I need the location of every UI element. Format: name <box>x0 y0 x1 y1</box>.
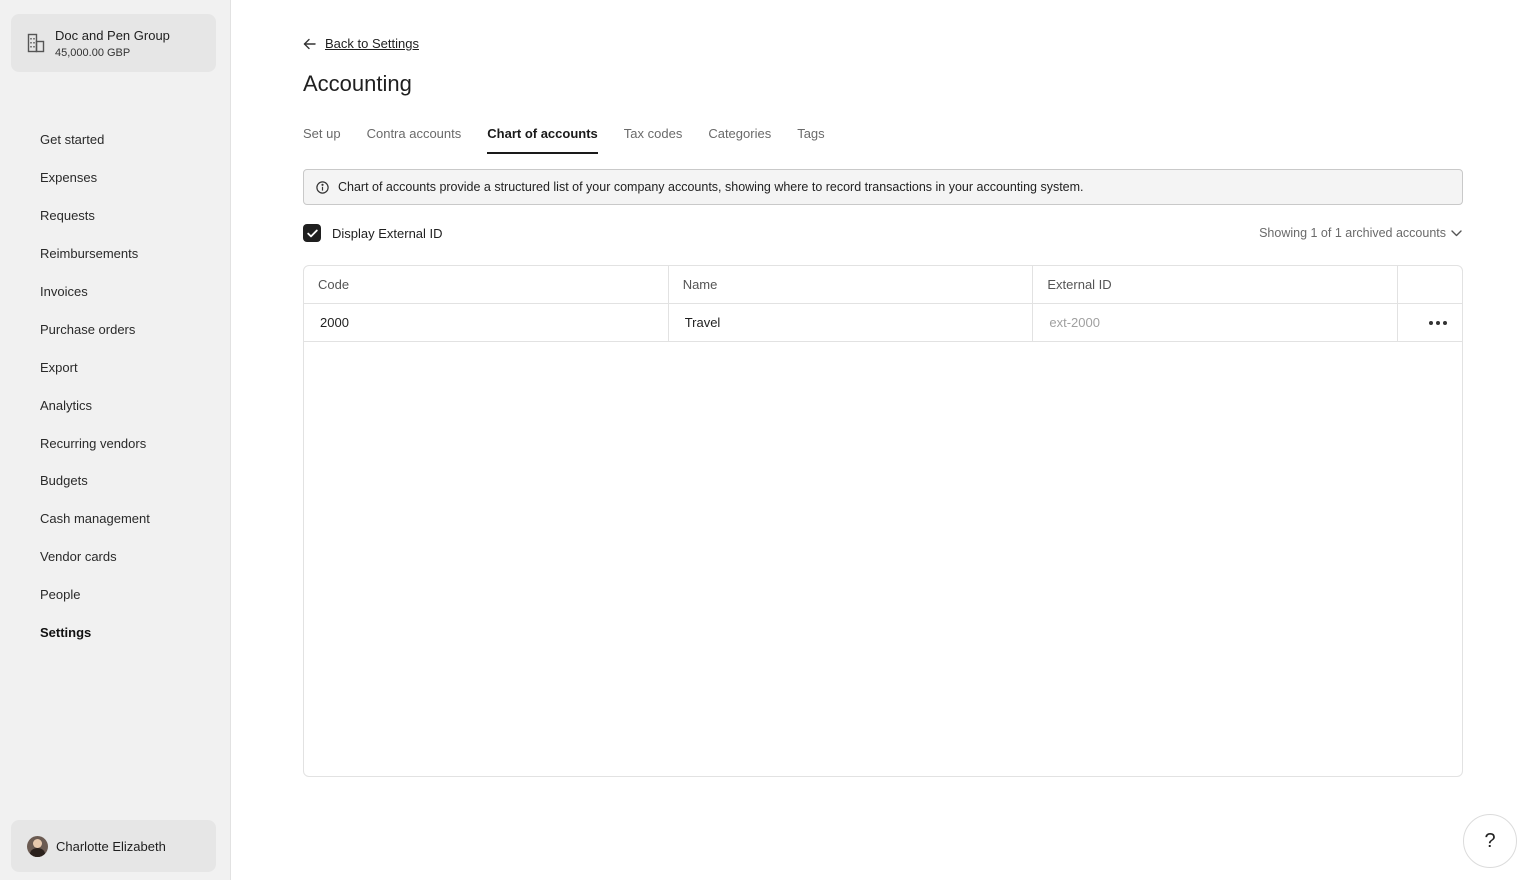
table-header-row: Code Name External ID <box>304 266 1462 304</box>
column-header-external-id[interactable]: External ID <box>1033 266 1399 303</box>
archived-accounts-dropdown[interactable]: Showing 1 of 1 archived accounts <box>1259 226 1463 240</box>
display-external-id-checkbox[interactable] <box>303 224 321 242</box>
table-row[interactable]: 2000 Travel ext-2000 <box>304 304 1462 342</box>
more-dots-icon <box>1429 320 1434 325</box>
sidebar-item-budgets[interactable]: Budgets <box>0 462 231 500</box>
sidebar-item-recurring-vendors[interactable]: Recurring vendors <box>0 424 231 462</box>
accounts-table: Code Name External ID 2000 Travel ext-20… <box>303 265 1463 777</box>
back-to-settings-link[interactable]: Back to Settings <box>303 36 419 51</box>
company-switcher[interactable]: Doc and Pen Group 45,000.00 GBP <box>11 14 216 72</box>
column-header-code[interactable]: Code <box>304 266 669 303</box>
info-text: Chart of accounts provide a structured l… <box>338 180 1084 194</box>
archived-accounts-label: Showing 1 of 1 archived accounts <box>1259 226 1446 240</box>
display-external-id-toggle[interactable]: Display External ID <box>303 224 443 242</box>
tab-tax-codes[interactable]: Tax codes <box>624 126 683 154</box>
tab-chart-of-accounts[interactable]: Chart of accounts <box>487 126 598 154</box>
tab-categories[interactable]: Categories <box>708 126 771 154</box>
sidebar-item-reimbursements[interactable]: Reimbursements <box>0 235 231 273</box>
building-icon <box>26 32 46 54</box>
main-content: Back to Settings Accounting Set up Contr… <box>303 0 1463 880</box>
sidebar: Doc and Pen Group 45,000.00 GBP Get star… <box>0 0 231 880</box>
sidebar-item-purchase-orders[interactable]: Purchase orders <box>0 310 231 348</box>
sidebar-item-analytics[interactable]: Analytics <box>0 386 231 424</box>
column-header-actions <box>1398 266 1462 303</box>
table-toolbar: Display External ID Showing 1 of 1 archi… <box>303 223 1463 243</box>
arrow-left-icon <box>303 37 317 51</box>
column-header-name[interactable]: Name <box>669 266 1034 303</box>
tab-contra-accounts[interactable]: Contra accounts <box>367 126 462 154</box>
company-balance: 45,000.00 GBP <box>55 46 131 59</box>
company-name: Doc and Pen Group <box>55 27 170 43</box>
sidebar-item-cash-management[interactable]: Cash management <box>0 500 231 538</box>
back-link-label: Back to Settings <box>325 36 419 51</box>
user-menu[interactable]: Charlotte Elizabeth <box>11 820 216 872</box>
cell-name: Travel <box>669 304 1034 341</box>
sidebar-item-settings[interactable]: Settings <box>0 614 231 652</box>
sidebar-item-invoices[interactable]: Invoices <box>0 273 231 311</box>
sidebar-item-export[interactable]: Export <box>0 348 231 386</box>
sidebar-item-people[interactable]: People <box>0 576 231 614</box>
tab-bar: Set up Contra accounts Chart of accounts… <box>303 126 851 154</box>
avatar <box>27 835 48 857</box>
checkmark-icon <box>306 229 318 237</box>
page-title: Accounting <box>303 71 412 96</box>
info-icon <box>316 180 330 194</box>
company-info: Doc and Pen Group 45,000.00 GBP <box>55 28 170 59</box>
sidebar-item-vendor-cards[interactable]: Vendor cards <box>0 538 231 576</box>
info-banner: Chart of accounts provide a structured l… <box>303 169 1463 205</box>
tab-set-up[interactable]: Set up <box>303 126 341 154</box>
display-external-id-label: Display External ID <box>332 225 443 241</box>
tab-tags[interactable]: Tags <box>797 126 824 154</box>
user-name: Charlotte Elizabeth <box>56 838 166 854</box>
more-options-button[interactable] <box>1423 315 1453 331</box>
cell-code: 2000 <box>304 304 669 341</box>
sidebar-item-requests[interactable]: Requests <box>0 197 231 235</box>
row-actions-cell <box>1398 304 1462 341</box>
sidebar-nav: Get started Expenses Requests Reimbursem… <box>0 121 231 651</box>
sidebar-item-get-started[interactable]: Get started <box>0 121 231 159</box>
help-button[interactable]: ? <box>1463 814 1517 868</box>
chevron-down-icon <box>1451 227 1463 239</box>
cell-external-id: ext-2000 <box>1033 304 1399 341</box>
sidebar-item-expenses[interactable]: Expenses <box>0 159 231 197</box>
